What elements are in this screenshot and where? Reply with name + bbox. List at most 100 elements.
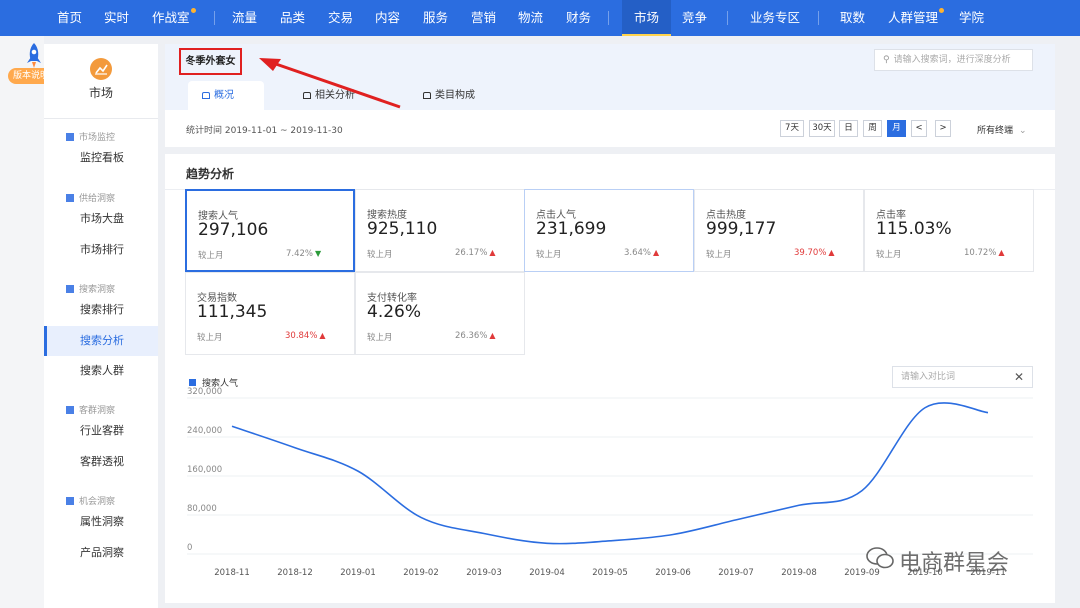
nav-item[interactable]: 首页	[57, 0, 82, 36]
nav-item-label: 竞争	[682, 10, 708, 25]
terminal-select[interactable]: 所有终端 ⌄	[977, 123, 1027, 136]
nav-item[interactable]: 服务	[423, 0, 448, 36]
metric-card[interactable]: 支付转化率 4.26% 较上月 26.36% ▲	[355, 272, 525, 355]
metric-card[interactable]: 点击人气 231,699 较上月 3.64% ▲	[524, 189, 694, 272]
y-tick-label: 320,000	[187, 387, 222, 397]
nav-item[interactable]: 交易	[328, 0, 353, 36]
sidebar-group-label: 客群洞察	[79, 406, 116, 416]
nav-item[interactable]: 实时	[104, 0, 129, 36]
metric-compare-label: 较上月	[706, 250, 732, 260]
badge-dot	[190, 8, 196, 13]
metric-change: 3.64% ▲	[624, 248, 659, 258]
sidebar-item[interactable]: 客群透视	[44, 447, 158, 477]
metric-compare-label: 较上月	[197, 333, 223, 343]
nav-item[interactable]: 竞争	[682, 0, 707, 36]
nav-item[interactable]: 营销	[471, 0, 496, 36]
nav-item[interactable]: 业务专区	[750, 0, 800, 36]
metric-card[interactable]: 交易指数 111,345 较上月 30.84% ▲	[185, 272, 355, 355]
nav-separator	[608, 11, 609, 25]
building-icon	[66, 133, 74, 141]
x-tick-label: 2019-05	[592, 568, 628, 578]
date-range-button[interactable]: 30天	[809, 120, 835, 137]
series-line[interactable]	[231, 402, 989, 545]
nav-item-label: 学院	[959, 10, 985, 25]
sidebar-item[interactable]: 搜索人群	[44, 356, 158, 386]
x-tick-label: 2019-02	[403, 568, 439, 578]
sidebar-item[interactable]: 市场排行	[44, 235, 158, 265]
tab-item[interactable]: 类目构成	[409, 81, 489, 110]
metric-change: 30.84% ▲	[285, 331, 326, 341]
sidebar-item[interactable]: 市场大盘	[44, 204, 158, 234]
metric-change-value: 30.84%	[285, 331, 318, 341]
nav-item-label: 营销	[471, 10, 497, 25]
nav-item[interactable]: 学院	[959, 0, 984, 36]
tab-icon	[423, 92, 431, 99]
metric-card[interactable]: 搜索热度 925,110 较上月 26.17% ▲	[355, 189, 525, 272]
nav-item-label: 业务专区	[750, 10, 801, 25]
keyword-search-input[interactable]: ⚲ 请输入搜索词，进行深度分析	[874, 49, 1033, 71]
sidebar-group-label: 搜索洞察	[79, 285, 116, 295]
tab-label: 概况	[214, 90, 234, 101]
nav-item[interactable]: 财务	[566, 0, 591, 36]
date-range-button[interactable]: 周	[863, 120, 882, 137]
metric-value: 231,699	[536, 219, 607, 239]
nav-item-label: 市场	[634, 10, 660, 25]
date-range-button[interactable]: <	[911, 120, 927, 137]
x-tick-label: 2019-08	[781, 568, 817, 578]
sidebar-item[interactable]: 搜索分析	[44, 325, 158, 356]
date-range-button[interactable]: >	[935, 120, 951, 137]
tab-icon	[202, 92, 210, 99]
metric-card[interactable]: 点击热度 999,177 较上月 39.70% ▲	[694, 189, 864, 272]
trend-title: 趋势分析	[186, 167, 235, 181]
keyword-highlight: 冬季外套女	[179, 48, 242, 75]
search-icon: ⚲	[883, 55, 890, 65]
compare-keyword-input[interactable]: 请输入对比词 ✕	[892, 366, 1033, 388]
x-tick-label: 2019-01	[340, 568, 376, 578]
nav-item-label: 物流	[518, 10, 544, 25]
sidebar-group: 搜索洞察	[66, 282, 115, 295]
metric-change: 10.72% ▲	[964, 248, 1005, 258]
sidebar-item[interactable]: 监控看板	[44, 143, 158, 173]
date-range-button[interactable]: 日	[839, 120, 858, 137]
building-icon	[66, 285, 74, 293]
nav-item[interactable]: 作战室	[152, 0, 196, 36]
nav-item[interactable]: 品类	[280, 0, 305, 36]
left-rail	[0, 36, 44, 608]
sidebar-item[interactable]: 产品洞察	[44, 538, 158, 568]
x-tick-label: 2019-09	[844, 568, 880, 578]
nav-item[interactable]: 内容	[375, 0, 400, 36]
nav-item[interactable]: 取数	[840, 0, 865, 36]
nav-item-label: 交易	[328, 10, 354, 25]
metric-compare-label: 较上月	[876, 250, 902, 260]
metric-compare-label: 较上月	[198, 251, 224, 261]
metric-change-value: 10.72%	[964, 248, 997, 258]
date-range-button[interactable]: 月	[887, 120, 906, 137]
nav-item[interactable]: 市场	[622, 0, 672, 36]
sidebar-item[interactable]: 搜索排行	[44, 295, 158, 325]
nav-item[interactable]: 人群管理	[888, 0, 945, 36]
nav-item[interactable]: 流量	[232, 0, 257, 36]
metric-value: 925,110	[367, 219, 438, 239]
close-icon[interactable]: ✕	[1014, 367, 1024, 387]
nav-separator	[214, 11, 215, 25]
x-tick-label: 2019-03	[466, 568, 502, 578]
nav-item-label: 财务	[566, 10, 592, 25]
metric-card[interactable]: 点击率 115.03% 较上月 10.72% ▲	[864, 189, 1034, 272]
arrow-up-icon: ▲	[489, 248, 496, 257]
annotation-arrow	[259, 58, 401, 109]
sidebar: 市场 市场监控 监控看板 供给洞察 市场大盘 市场排行 搜索洞察 搜索排行 搜索分析 搜索人群客…	[44, 44, 158, 608]
tab-item[interactable]: 概况	[188, 81, 264, 110]
date-range-button[interactable]: 7天	[780, 120, 804, 137]
sidebar-group: 市场监控	[66, 130, 115, 143]
top-nav: 首页 实时 作战室 流量 品类 交易 内容 服务 营销 物流 财务 市场 竞争 业务专区 取数 人群管理 学院	[0, 0, 1080, 36]
metric-card[interactable]: 搜索人气 297,106 较上月 7.42% ▼	[185, 189, 355, 272]
sidebar-item[interactable]: 行业客群	[44, 416, 158, 446]
metric-value: 4.26%	[367, 302, 422, 322]
terminal-value: 所有终端	[977, 126, 1014, 136]
sidebar-item[interactable]: 属性洞察	[44, 507, 158, 537]
rocket-icon[interactable]	[24, 43, 44, 69]
nav-item[interactable]: 物流	[518, 0, 543, 36]
arrow-up-icon: ▲	[489, 331, 496, 340]
x-tick-label: 2019-07	[718, 568, 754, 578]
arrow-up-icon: ▲	[653, 248, 660, 257]
